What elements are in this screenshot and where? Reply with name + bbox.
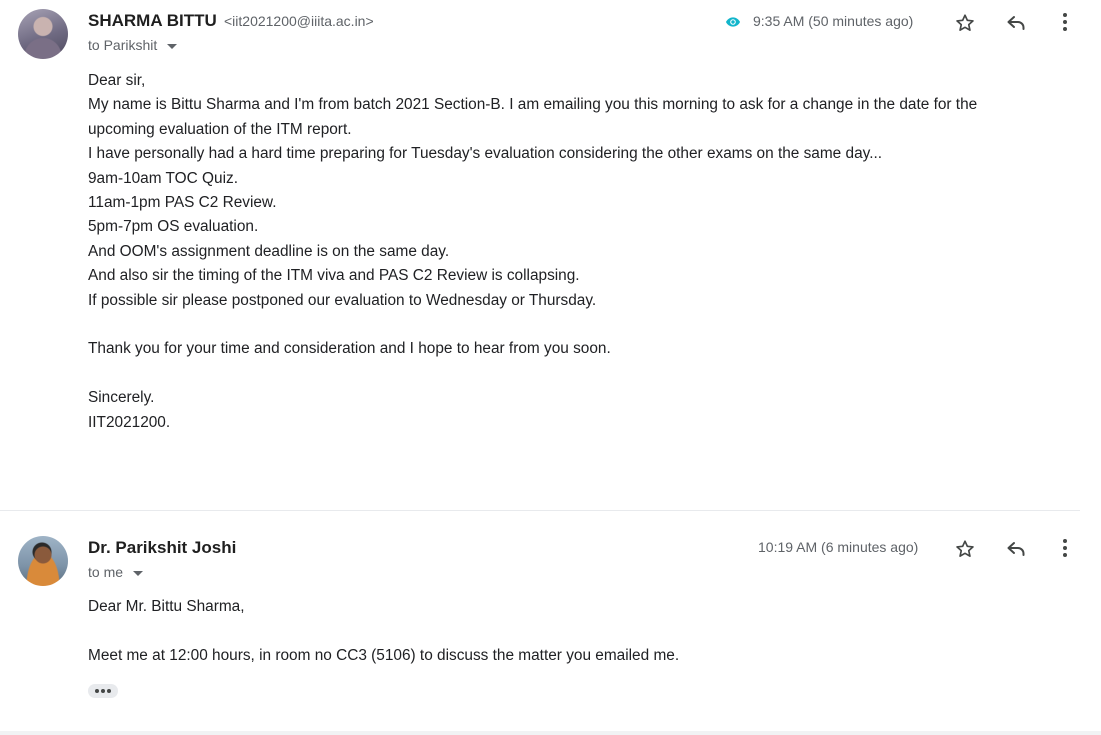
body-line: Thank you for your time and consideratio… (88, 340, 611, 358)
ellipsis-icon (95, 689, 99, 693)
body-line: 11am-1pm PAS C2 Review. (88, 194, 277, 212)
recipients-toggle[interactable]: to Parikshit (88, 37, 178, 53)
body-line: My name is Bittu Sharma and I'm from bat… (88, 96, 978, 114)
sender-name[interactable]: SHARMA BITTU (88, 11, 217, 31)
more-vert-icon[interactable] (1053, 10, 1077, 34)
email-thread: SHARMA BITTU <iit2021200@iiita.ac.in> to… (0, 0, 1101, 735)
recipients-label: to me (88, 564, 124, 580)
more-vert-icon[interactable] (1053, 536, 1077, 560)
reply-icon[interactable] (1004, 10, 1028, 34)
sender-name[interactable]: Dr. Parikshit Joshi (88, 538, 236, 558)
body-line: 9am-10am TOC Quiz. (88, 169, 238, 187)
body-line: And OOM's assignment deadline is on the … (88, 242, 450, 260)
message-body: Dear Mr. Bittu Sharma, Meet me at 12:00 … (88, 595, 1048, 668)
body-line: Sincerely. (88, 389, 155, 407)
bottom-edge (0, 731, 1101, 735)
star-icon[interactable] (953, 537, 977, 561)
body-line: If possible sir please postponed our eva… (88, 291, 597, 309)
sender-email: <iit2021200@iiita.ac.in> (224, 13, 374, 29)
star-icon[interactable] (953, 11, 977, 35)
body-line: upcoming evaluation of the ITM report. (88, 120, 352, 138)
body-line: IIT2021200. (88, 413, 171, 431)
sender-avatar[interactable] (18, 9, 68, 59)
body-line: And also sir the timing of the ITM viva … (88, 267, 580, 285)
body-line: Dear Mr. Bittu Sharma, (88, 598, 245, 615)
body-line: Dear sir, (88, 72, 146, 89)
reply-icon[interactable] (1004, 536, 1028, 560)
body-line: Meet me at 12:00 hours, in room no CC3 (… (88, 646, 680, 664)
message-time: 9:35 AM (50 minutes ago) (753, 13, 914, 29)
caret-down-icon (133, 570, 144, 576)
body-line: I have personally had a hard time prepar… (88, 145, 883, 163)
ellipsis-dot (101, 689, 105, 693)
message-time: 10:19 AM (6 minutes ago) (758, 539, 919, 555)
recipients-label: to Parikshit (88, 37, 158, 53)
sender-avatar[interactable] (18, 536, 68, 586)
caret-down-icon (167, 43, 178, 49)
show-trimmed-content-button[interactable] (88, 684, 118, 698)
message-body: Dear sir, My name is Bittu Sharma and I'… (88, 69, 1048, 435)
eye-icon (726, 17, 740, 27)
body-line: 5pm-7pm OS evaluation. (88, 218, 259, 236)
recipients-toggle[interactable]: to me (88, 564, 144, 580)
ellipsis-dot (107, 689, 111, 693)
